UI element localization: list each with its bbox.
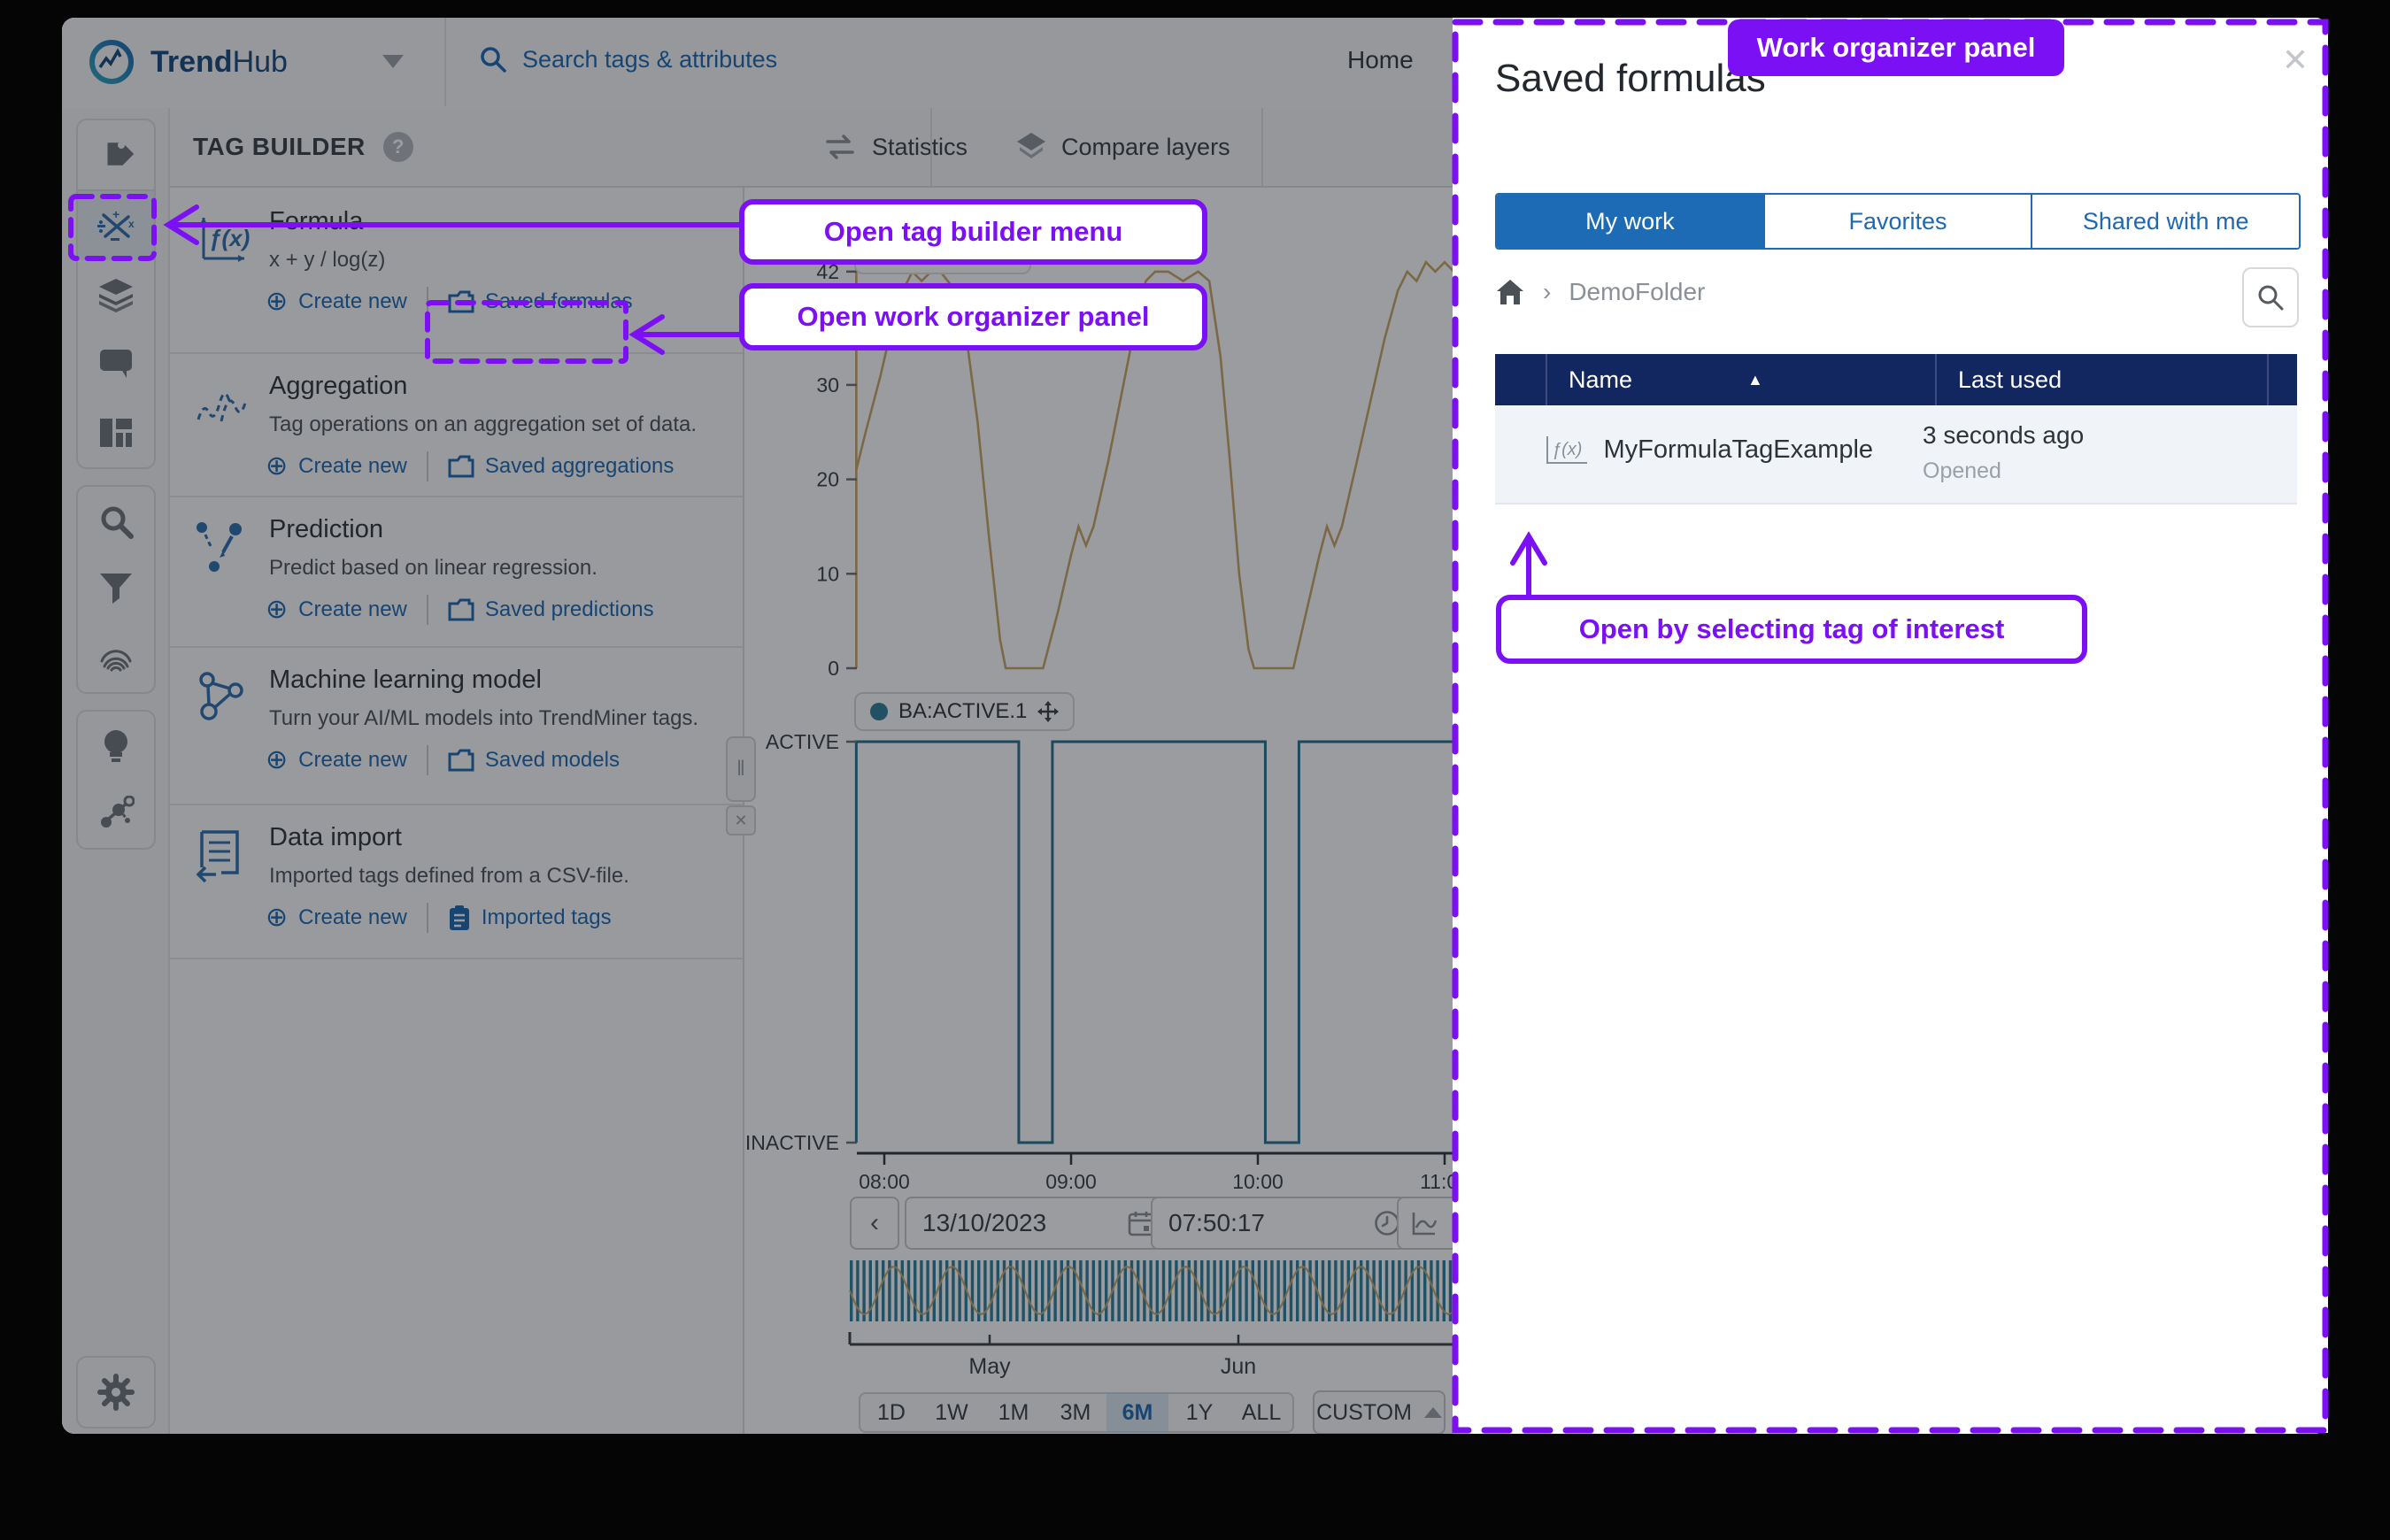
- row-last-used: 3 seconds ago: [1923, 421, 2084, 450]
- table-header: Name ▲ Last used: [1495, 354, 2297, 405]
- close-panel-button[interactable]: ✕: [2276, 41, 2315, 80]
- row-status: Opened: [1923, 458, 2001, 484]
- tab-shared-with-me[interactable]: Shared with me: [2032, 195, 2299, 248]
- chevron-right-icon: ›: [1543, 278, 1551, 306]
- breadcrumb-folder[interactable]: DemoFolder: [1569, 278, 1705, 306]
- table-header-name[interactable]: Name ▲: [1547, 354, 1935, 405]
- table-header-select-col: [1495, 354, 1547, 405]
- callout-open-tag-builder-menu: Open tag builder menu: [739, 199, 1207, 265]
- callout-open-work-organizer: Open work organizer panel: [739, 283, 1207, 350]
- panel-search-button[interactable]: [2242, 267, 2299, 327]
- screenshot-root: TrendHub Search tags & attributes Home: [0, 0, 2390, 1540]
- panel-title: Saved formulas: [1495, 57, 1766, 101]
- sort-ascending-icon[interactable]: ▲: [1747, 371, 1763, 389]
- formula-tag-icon: ƒ(x): [1546, 436, 1587, 464]
- tab-my-work[interactable]: My work: [1497, 195, 1765, 248]
- callout-work-organizer-panel: Work organizer panel: [1728, 19, 2064, 76]
- home-icon[interactable]: [1495, 278, 1525, 306]
- table-header-last-used[interactable]: Last used: [1935, 354, 2267, 405]
- work-organizer-panel: ✕ Saved formulas My work Favorites Share…: [1453, 19, 2328, 1433]
- panel-tabs: My work Favorites Shared with me: [1495, 193, 2301, 250]
- tab-favorites[interactable]: Favorites: [1765, 195, 2033, 248]
- table-header-actions-col: [2267, 354, 2297, 405]
- table-row[interactable]: ƒ(x) MyFormulaTagExample 3 seconds ago O…: [1495, 405, 2297, 504]
- breadcrumb: › DemoFolder: [1495, 278, 1705, 306]
- search-icon: [2256, 283, 2285, 312]
- row-name-value[interactable]: MyFormulaTagExample: [1603, 435, 1873, 465]
- close-icon: ✕: [2282, 42, 2309, 79]
- callout-open-by-selecting-tag: Open by selecting tag of interest: [1496, 595, 2087, 664]
